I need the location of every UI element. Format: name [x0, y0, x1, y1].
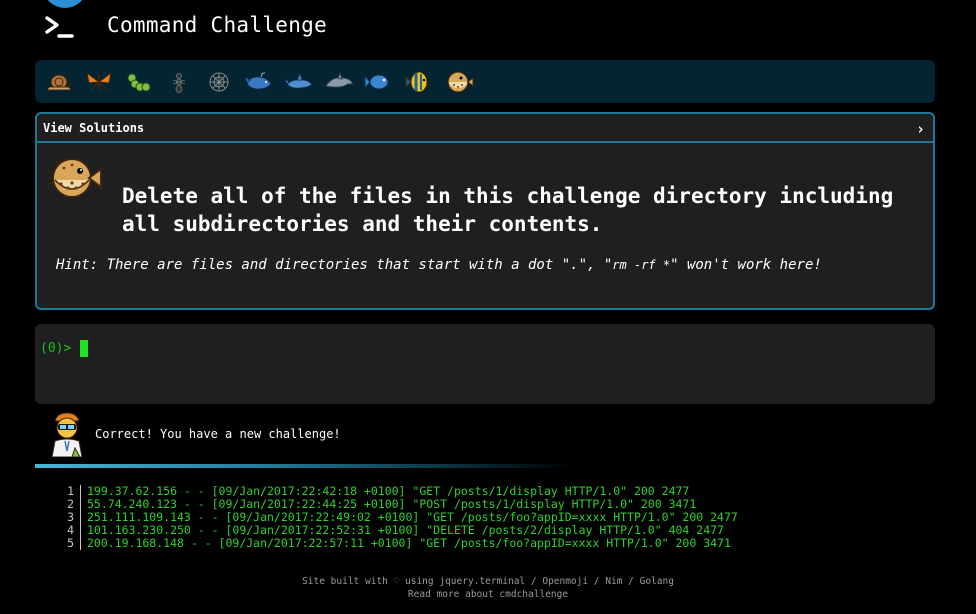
- terminal-cursor: [80, 340, 88, 357]
- footer-separator: /: [622, 576, 640, 587]
- whale-icon[interactable]: [243, 66, 275, 98]
- blowfish-icon: [47, 158, 102, 198]
- blowfish-icon[interactable]: [443, 66, 475, 98]
- log-line: 200.19.168.148 - - [09/Jan/2017:22:57:11…: [87, 536, 731, 550]
- butterfly-icon[interactable]: [83, 66, 115, 98]
- header: Command Challenge: [0, 0, 976, 56]
- jquery-terminal-link[interactable]: jquery.terminal: [439, 576, 525, 587]
- challenge-panel: View Solutions › Delete all of the files…: [35, 112, 935, 310]
- result-divider: [35, 464, 575, 468]
- shark-icon[interactable]: [283, 66, 315, 98]
- log-row: 5 200.19.168.148 - - [09/Jan/2017:22:57:1…: [60, 537, 960, 550]
- challenge-progress-bar: [35, 60, 935, 103]
- terminal-prompt: (0)>: [40, 341, 72, 356]
- hint-code: rm -rf *: [612, 258, 671, 272]
- terminal-prompt-icon[interactable]: [44, 14, 76, 40]
- terminal-input[interactable]: (0)>: [35, 324, 935, 404]
- challenge-description: Delete all of the files in this challeng…: [122, 184, 894, 236]
- ant-icon[interactable]: [163, 66, 195, 98]
- tropical-fish-icon[interactable]: [403, 66, 435, 98]
- hint-prefix: Hint: There are files and directories th…: [56, 257, 613, 273]
- snail-icon[interactable]: [43, 66, 75, 98]
- result-message: Correct! You have a new challenge!: [95, 427, 341, 441]
- logo-arc-icon: [44, 0, 86, 8]
- challenge-hint: Hint: There are files and directories th…: [56, 257, 916, 273]
- footer-separator: /: [525, 576, 543, 587]
- view-solutions-toggle[interactable]: View Solutions ›: [37, 114, 933, 143]
- caterpillar-icon[interactable]: [123, 66, 155, 98]
- spider-web-icon[interactable]: [203, 66, 235, 98]
- dolphin-icon[interactable]: [323, 66, 355, 98]
- fish-icon[interactable]: [363, 66, 395, 98]
- openmoji-link[interactable]: Openmoji: [542, 576, 588, 587]
- line-number: 5: [67, 536, 74, 550]
- footer-prefix: Site built with ♡ using: [302, 576, 440, 587]
- view-solutions-label: View Solutions: [43, 121, 145, 135]
- read-more-link[interactable]: Read more about cmdchallenge: [408, 589, 568, 600]
- footer: Site built with ♡ using jquery.terminal …: [0, 575, 976, 601]
- nim-link[interactable]: Nim: [605, 576, 622, 587]
- log-output: 1 199.37.62.156 - - [09/Jan/2017:22:42:18…: [60, 485, 960, 550]
- chevron-right-icon: ›: [915, 120, 925, 138]
- result-banner: Correct! You have a new challenge!: [0, 408, 976, 468]
- hint-suffix: " won't work here!: [670, 257, 822, 273]
- footer-credits: Site built with ♡ using jquery.terminal …: [0, 575, 976, 588]
- scientist-avatar-icon: [51, 412, 83, 457]
- footer-separator: /: [588, 576, 606, 587]
- golang-link[interactable]: Golang: [640, 576, 674, 587]
- app-title[interactable]: Command Challenge: [107, 13, 327, 37]
